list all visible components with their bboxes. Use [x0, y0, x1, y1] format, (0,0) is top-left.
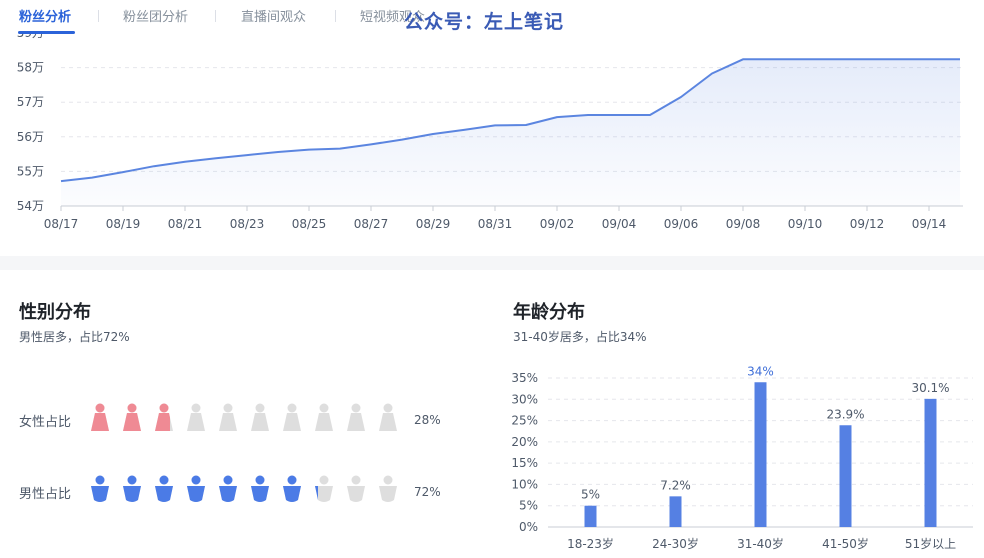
male-person-icon-row: [91, 475, 397, 502]
male-person-icon: [187, 475, 205, 502]
female-person-icon: [91, 403, 109, 431]
age-bar-chart: 0% 5% 10% 15% 20% 25% 30% 35% 5% 18-23岁 7.2% 24-30岁…: [511, 364, 973, 551]
x-tick-label: 08/17: [44, 217, 79, 231]
female-person-icon: [379, 403, 397, 431]
tab-fan-club-analysis[interactable]: 粉丝团分析: [123, 6, 188, 25]
age-bar: [669, 496, 682, 527]
x-tick-label: 08/23: [230, 217, 265, 231]
tab-bar: 粉丝分析 粉丝团分析 直播间观众 短视频观众 公众号：左上笔记: [0, 0, 984, 34]
x-tick-label: 09/02: [540, 217, 575, 231]
y-tick-label: 55万: [17, 164, 44, 178]
female-person-icon: [155, 403, 173, 431]
watermark: 公众号：左上笔记: [404, 11, 565, 33]
x-tick-label: 51岁以上: [905, 536, 956, 551]
fans-trend-card: 54万 55万 56万 57万 58万 59万 08/17 08/19 08/21 08/23 08…: [0, 26, 984, 256]
y-tick-label: 5%: [519, 499, 538, 513]
bar-value-label: 34%: [747, 364, 774, 378]
x-tick-label: 09/14: [912, 217, 947, 231]
male-person-icon: [251, 475, 269, 502]
female-person-icon: [283, 403, 301, 431]
y-tick-label: 20%: [511, 435, 538, 449]
y-tick-label: 35%: [511, 371, 538, 385]
x-tick-label: 41-50岁: [822, 536, 869, 551]
age-bar: [754, 382, 767, 527]
male-person-icon: [91, 475, 109, 502]
age-bar: [839, 425, 852, 527]
age-bar: [584, 505, 597, 527]
male-person-icon: [379, 475, 397, 502]
distribution-card: 性别分布 男性居多，占比72% 女性占比 28% 男性占比 72% 年龄分布 3…: [0, 270, 984, 558]
female-person-icon: [187, 403, 205, 431]
x-tick-label: 08/31: [478, 217, 513, 231]
gender-summary: 男性居多，占比72%: [19, 330, 130, 344]
x-tick-label: 08/27: [354, 217, 389, 231]
tab-divider: [215, 10, 216, 22]
y-tick-label: 59万: [17, 34, 44, 40]
x-tick-label: 09/12: [850, 217, 885, 231]
male-person-icon: [315, 475, 333, 502]
female-person-icon: [315, 403, 333, 431]
bar-value-label: 7.2%: [660, 478, 691, 492]
fans-trend-chart: 54万 55万 56万 57万 58万 59万 08/17 08/19 08/21 08/23 08…: [17, 26, 963, 231]
x-tick-label: 08/19: [106, 217, 141, 231]
female-person-icon-row: [91, 403, 397, 431]
y-tick-label: 30%: [511, 392, 538, 406]
y-tick-label: 25%: [511, 414, 538, 428]
x-tick-label: 08/25: [292, 217, 327, 231]
fans-area: [61, 59, 960, 206]
female-person-icon: [219, 403, 237, 431]
female-percent: 28%: [414, 413, 441, 427]
y-tick-label: 58万: [17, 61, 44, 75]
male-percent: 72%: [414, 485, 441, 499]
y-tick-label: 57万: [17, 95, 44, 109]
tab-live-audience[interactable]: 直播间观众: [241, 6, 306, 25]
gender-section-title: 性别分布: [19, 302, 91, 323]
tab-fans-analysis[interactable]: 粉丝分析: [19, 6, 71, 25]
x-tick-label: 08/29: [416, 217, 451, 231]
male-person-icon: [283, 475, 301, 502]
x-tick-label: 09/06: [664, 217, 699, 231]
x-tick-label: 09/10: [788, 217, 823, 231]
y-tick-label: 56万: [17, 130, 44, 144]
tab-divider: [98, 10, 99, 22]
bar-value-label: 23.9%: [826, 407, 864, 421]
bar-value-label: 5%: [581, 488, 600, 502]
y-tick-label: 0%: [519, 520, 538, 534]
age-bar: [924, 398, 937, 527]
female-person-icon: [123, 403, 141, 431]
x-tick-label: 18-23岁: [567, 536, 614, 551]
female-person-icon: [347, 403, 365, 431]
x-tick-label: 09/04: [602, 217, 637, 231]
male-person-icon: [123, 475, 141, 502]
male-person-icon: [155, 475, 173, 502]
y-tick-label: 54万: [17, 199, 44, 213]
y-tick-label: 15%: [511, 456, 538, 470]
x-tick-label: 09/08: [726, 217, 761, 231]
male-person-icon: [219, 475, 237, 502]
female-person-icon: [251, 403, 269, 431]
male-person-icon: [347, 475, 365, 502]
x-tick-label: 24-30岁: [652, 536, 699, 551]
y-tick-label: 10%: [511, 477, 538, 491]
x-tick-label: 31-40岁: [737, 536, 784, 551]
x-tick-label: 08/21: [168, 217, 203, 231]
bar-value-label: 30.1%: [911, 381, 949, 395]
tab-divider: [335, 10, 336, 22]
